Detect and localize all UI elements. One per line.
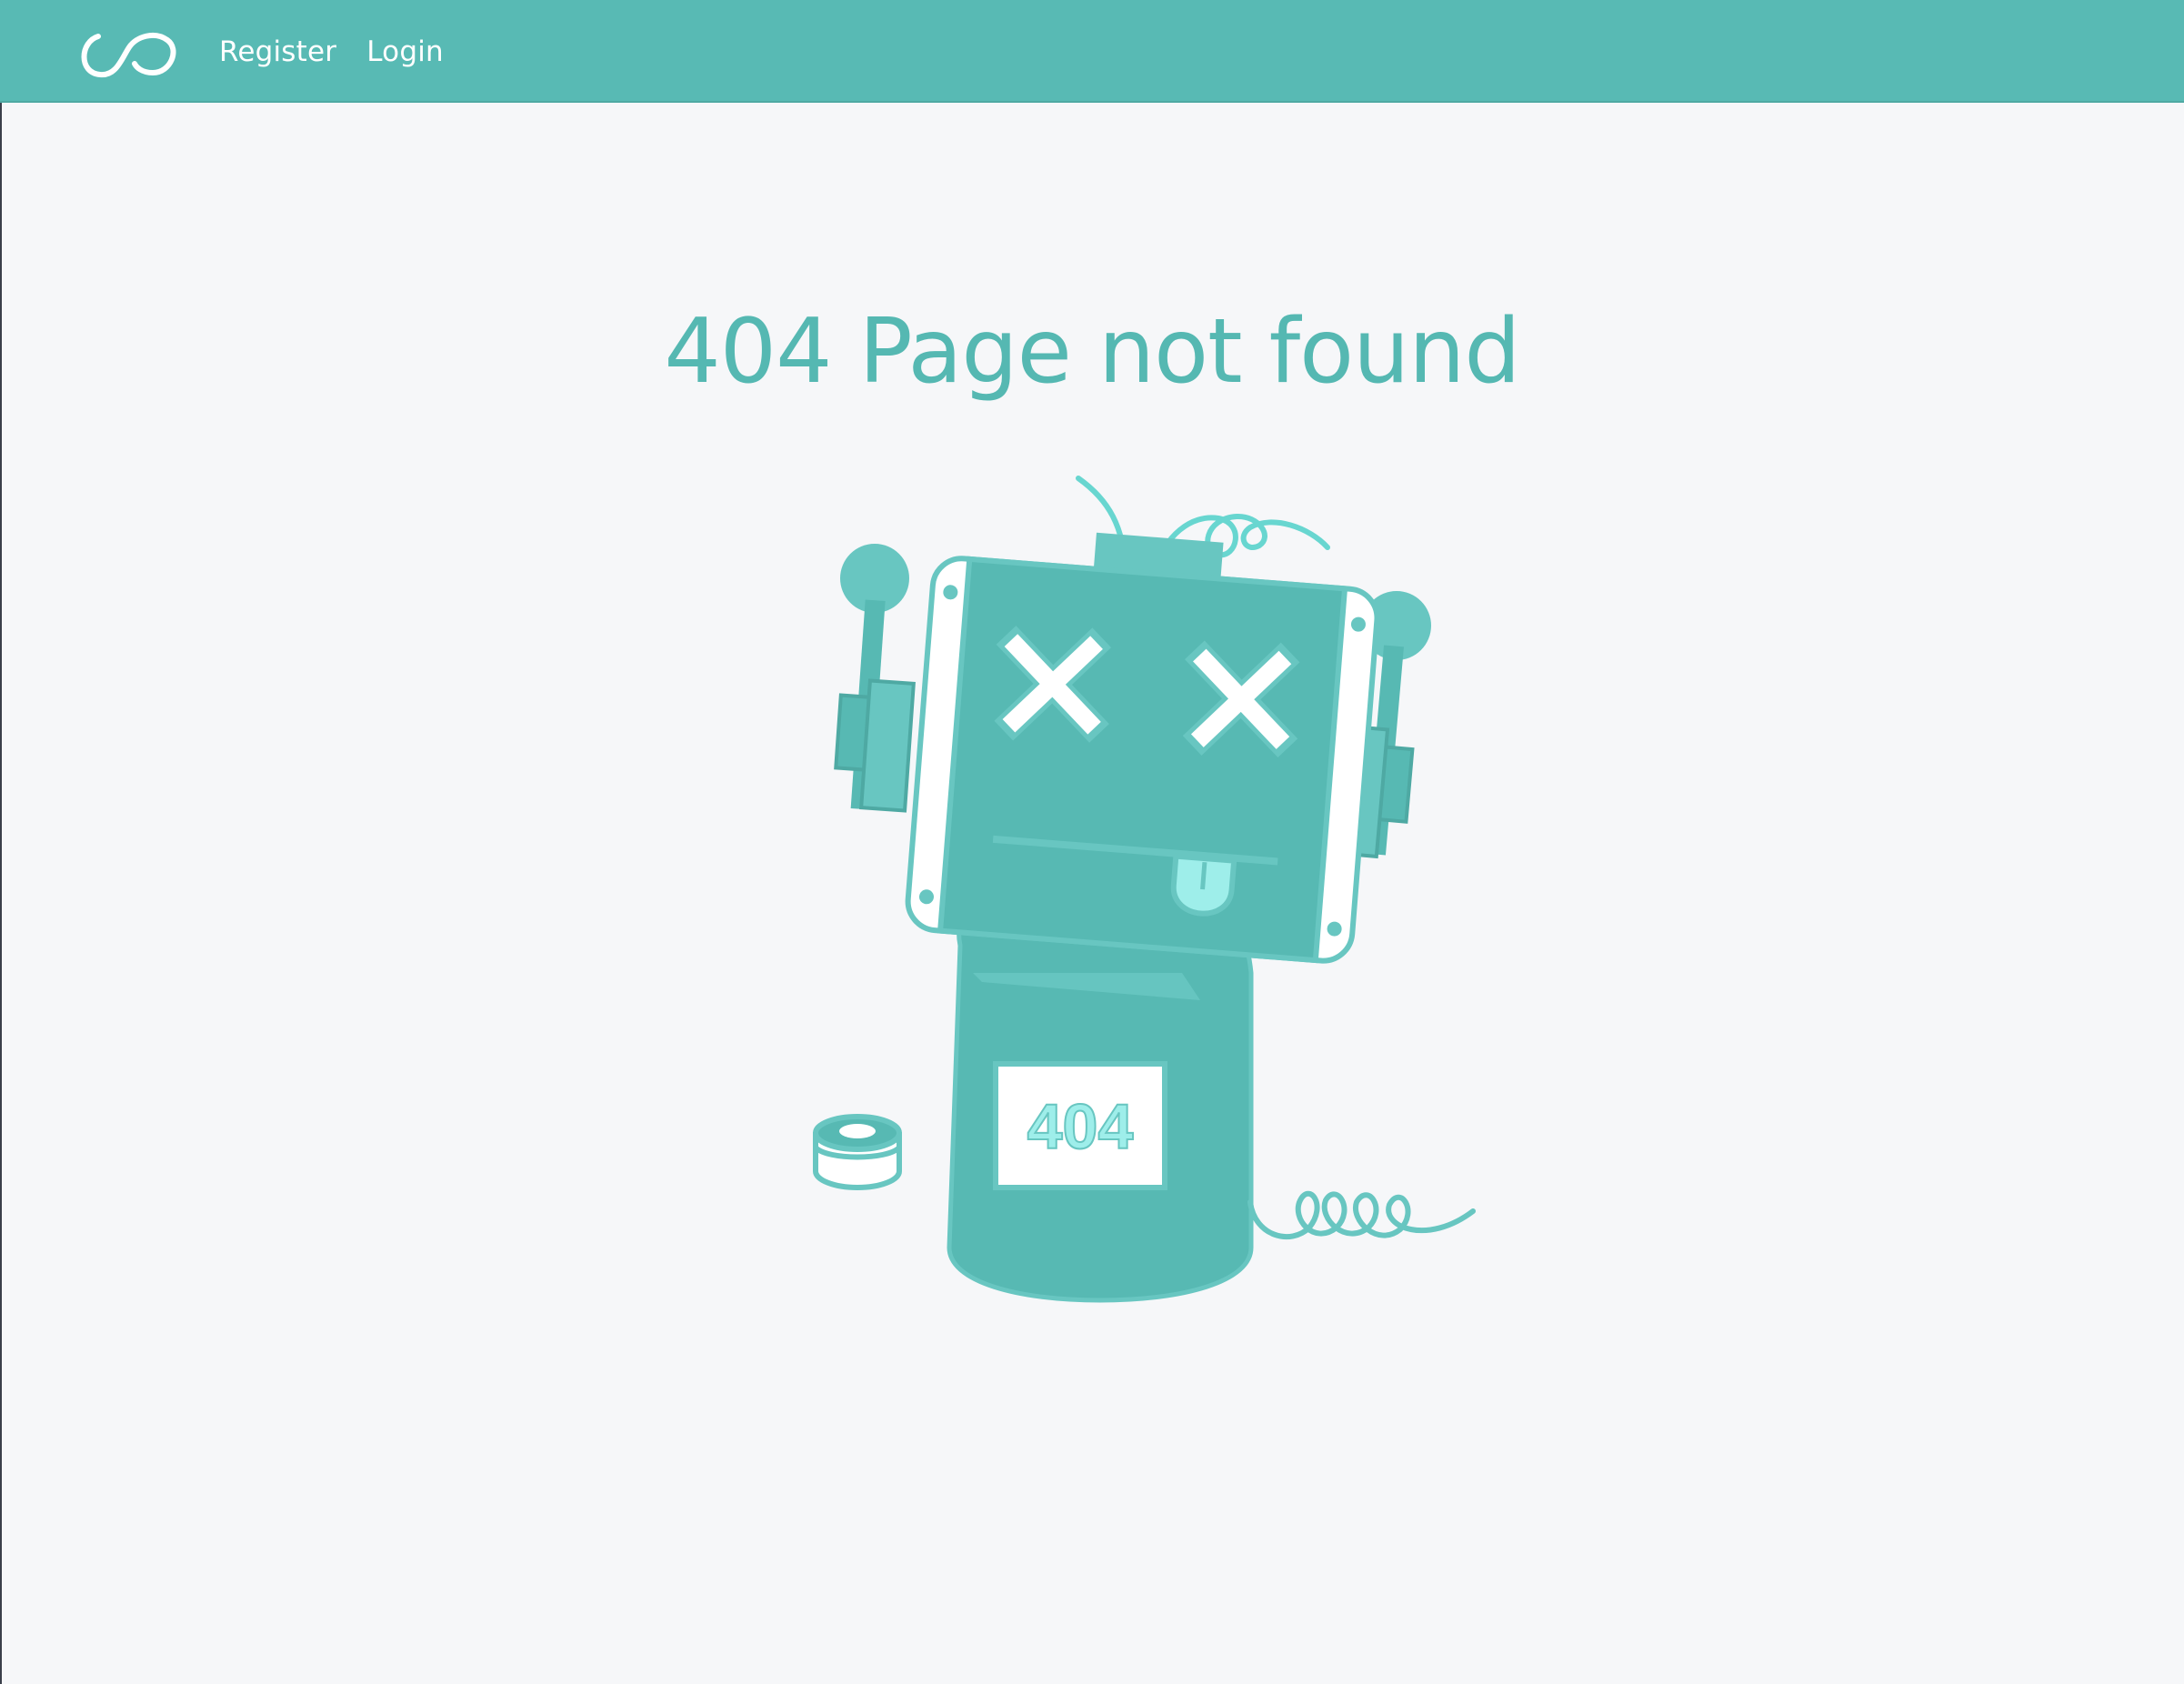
nav-links: Register Login [219,0,444,103]
badge-text: 404 [1027,1091,1134,1162]
page-title: 404 Page not found [664,300,1520,404]
broken-robot-illustration-icon: 404 [813,476,1476,1303]
register-link[interactable]: Register [219,35,336,68]
window-edge [0,0,2,1684]
brand-logo-link[interactable] [76,27,178,80]
top-navbar: Register Login [0,0,2184,103]
infinity-loop-logo-icon [81,32,176,78]
login-link[interactable]: Login [366,35,444,68]
